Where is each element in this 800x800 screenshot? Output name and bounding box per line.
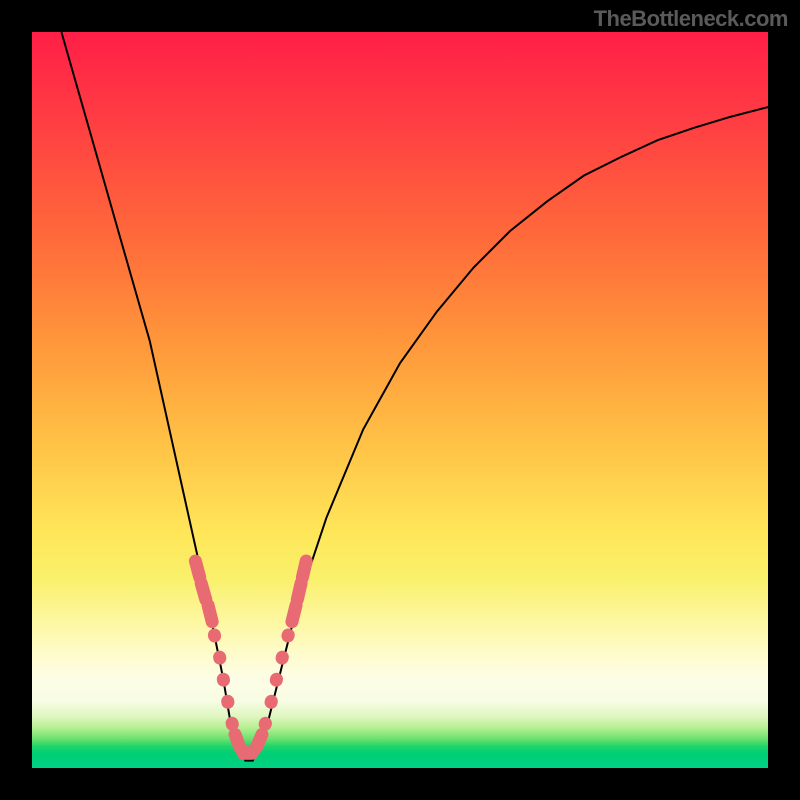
watermark-text: TheBottleneck.com	[594, 6, 788, 32]
curve-marker	[216, 672, 231, 688]
curve-marker	[200, 597, 220, 629]
plot-area	[32, 32, 768, 768]
curve-marker	[268, 671, 284, 688]
bottleneck-curve	[61, 32, 768, 761]
curve-marker	[274, 649, 290, 666]
curve-marker	[280, 627, 296, 644]
figure-frame: TheBottleneck.com	[0, 0, 800, 800]
curve-marker	[207, 627, 223, 643]
curve-marker	[295, 553, 314, 585]
curve-layer	[32, 32, 768, 768]
curve-marker	[212, 649, 227, 665]
curve-marker	[263, 693, 279, 710]
marker-group	[187, 553, 314, 762]
curve-marker	[220, 694, 235, 710]
